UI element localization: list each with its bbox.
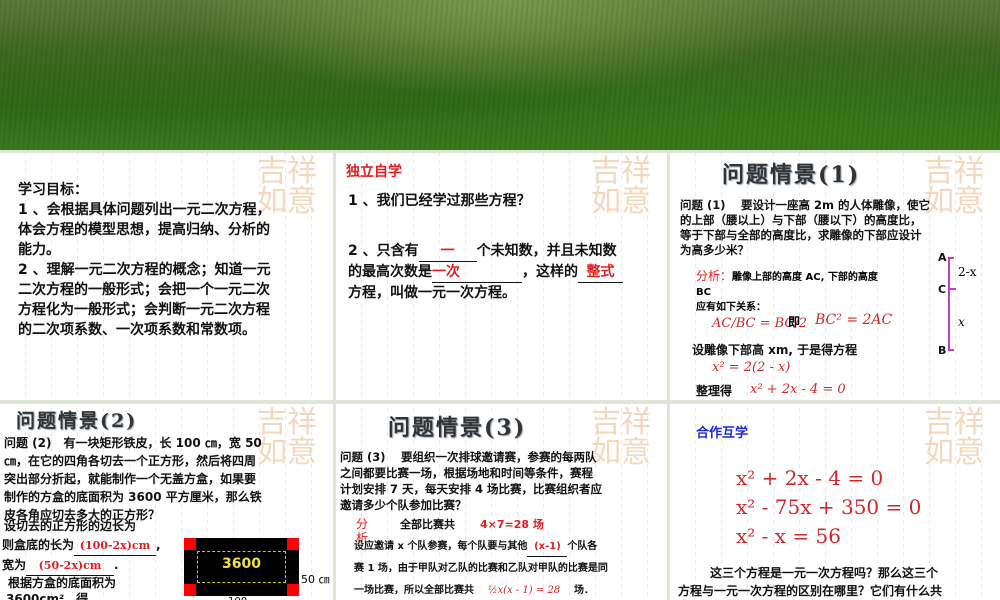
length-line: 则盒底的长为 (100-2x)cm, — [2, 536, 161, 556]
seal-decoration: 吉祥 如意 — [591, 154, 651, 219]
text: ，这样的 — [522, 264, 578, 280]
slide-thumbnail-6[interactable]: 吉祥 如意 合作互学 x² + 2x - 4 = 0 x² - 75x + 350… — [670, 404, 1000, 600]
slide-title: 问题情景(1) — [722, 162, 861, 188]
text: 全部比赛共 — [400, 518, 455, 531]
point-label: C — [938, 283, 947, 296]
segment-label: 2-x — [958, 265, 977, 279]
box-area-label: 3600 — [222, 556, 261, 572]
text-line: 的上部（腰以上）与下部（腰以下）的高度比， — [680, 213, 922, 227]
analysis: 分析：雕像上部的高度 AC, 下部的高度 BC 应有如下关系： — [696, 269, 878, 315]
text-line: 问题 (1) 要设计一座高 2m 的人体雕像，使它 — [680, 198, 931, 212]
equation: x² - 75x + 350 = 0 — [736, 495, 922, 519]
question-text: 方程与一元一次方程的区别在哪里？它们有什么共 — [678, 584, 943, 598]
seal-decoration: 吉祥 如意 — [924, 154, 984, 219]
text-line: 能力。 — [18, 242, 60, 258]
text-line: 问题 (3) 要组织一次排球邀请赛，参赛的每两队 — [340, 450, 597, 464]
slide-thumbnail-3[interactable]: 吉祥 如意 问题情景(1) 问题 (1) 要设计一座高 2m 的人体雕像，使它 的… — [670, 153, 1000, 400]
slide-thumbnail-1[interactable]: 吉祥 如意 学习目标： 1 、会根据具体问题列出一元二次方程， 体会方程的模型思想… — [0, 153, 333, 400]
point-label: A — [938, 251, 947, 264]
seal-decoration: 吉祥 如意 — [924, 405, 984, 470]
text-line: ㎝，在它的四角各切去一个正方形，然后将四周 — [4, 454, 257, 468]
text-line: 为高多少米？ — [680, 243, 749, 257]
text: 的最高次数是 — [348, 264, 432, 280]
text: 赛 1 场，由于甲队对乙队的比赛和乙队对甲队的比赛是同 — [354, 563, 608, 574]
text-line: 计划安排 7 天，每天安排 4 场比赛，比赛组织者应 — [340, 482, 603, 496]
text: 2 、只含有 — [348, 243, 419, 259]
text-line: 突出部分折起，就能制作一个无盖方盒，如果要 — [4, 472, 257, 486]
question-text: 这三个方程是一元一次方程吗？那么这三个 — [710, 566, 939, 580]
blank-answer: (x-1) — [527, 537, 568, 557]
text: 整理得 — [696, 384, 733, 398]
text: 雕像上部的高度 AC, 下部的高度 — [732, 272, 878, 283]
point-label: B — [938, 344, 947, 357]
text: 则盒底的长为 — [2, 538, 75, 552]
line: 一场比赛，所以全部比赛共 ½x(x - 1) = 28 场． — [354, 581, 594, 600]
text: 应有如下关系： — [696, 302, 766, 313]
total-matches: 4×7=28 场 — [480, 518, 544, 531]
blank-answer: 整式 — [578, 262, 623, 283]
text: 设切去的正方形的边长为 — [4, 519, 137, 533]
slide-heading: 学习目标： — [18, 182, 88, 198]
slide-heading: 独立自学 — [346, 164, 402, 180]
text-line: 方程化为一般形式；会判断一元二次方程 — [18, 302, 270, 318]
blank-answer: 一次 — [432, 262, 522, 283]
equation: x² = 2(2 - x) — [712, 360, 791, 375]
equation: x² + 2x - 4 = 0 — [736, 466, 884, 490]
text-line: 问题 (2) 有一块矩形铁皮，长 100 ㎝，宽 50 — [4, 436, 262, 450]
height-bracket — [948, 257, 954, 351]
seal-decoration: 吉祥 如意 — [257, 405, 317, 470]
text-line: 制作的方盒的底面积为 3600 平方厘米，那么铁 — [4, 490, 262, 504]
problem-text: 问题 (2) 有一块矩形铁皮，长 100 ㎝，宽 50 ㎝，在它的四角各切去一个… — [4, 434, 262, 524]
text: 个队各 — [567, 541, 598, 552]
text-line: 二次方程的一般形式；会把一个一元二次 — [18, 282, 270, 298]
text: 场． — [574, 585, 594, 596]
text: 设雕像下部高 xm, 于是得方程 — [692, 343, 858, 357]
slide-thumbnail-2[interactable]: 吉祥 如意 独立自学 1 、我们已经学过那些方程？ 2 、只含有一个未知数，并且未… — [336, 153, 667, 400]
text-line: 1 、会根据具体问题列出一元二次方程， — [18, 202, 271, 218]
question-2: 2 、只含有一个未知数，并且未知数 的最高次数是一次 ，这样的 整式 方程，叫做一元… — [348, 241, 667, 303]
question-1: 1 、我们已经学过那些方程？ — [348, 193, 531, 209]
learning-goals: 学习目标： 1 、会根据具体问题列出一元二次方程， 体会方程的模型思想，提高归纳… — [18, 180, 271, 340]
text: BC — [696, 287, 711, 298]
blank-answer: 一 — [418, 241, 477, 262]
text: 个未知数，并且未知数 — [476, 243, 617, 259]
text: 宽为 — [2, 558, 27, 572]
slide-title: 问题情景(3) — [388, 415, 527, 441]
side-length-label: 50 ㎝ — [301, 573, 330, 586]
bracket-tick — [950, 288, 956, 290]
metal-sheet-diagram: 3600 — [184, 538, 299, 596]
width-line: 宽为 (50-2x)cm. — [2, 556, 119, 576]
blank-answer: (100-2x)cm — [74, 536, 157, 556]
text-line: 邀请多少个队参加比赛？ — [340, 498, 467, 512]
bottom-length-label: 100 — [228, 596, 247, 600]
equation: x² + 2x - 4 = 0 — [750, 382, 846, 397]
grass-header-image — [0, 0, 1000, 150]
text: 3600cm²，得 — [6, 592, 89, 600]
equation: BC² = 2AC — [815, 312, 893, 328]
text: 一场比赛，所以全部比赛共 — [354, 585, 474, 596]
blank-answer: (50-2x)cm — [26, 556, 115, 576]
problem-text: 问题 (1) 要设计一座高 2m 的人体雕像，使它 的上部（腰以上）与下部（腰以… — [680, 198, 930, 258]
text-line: 2 、理解一元二次方程的概念；知道一元 — [18, 262, 271, 278]
slide-thumbnail-4[interactable]: 吉祥 如意 问题情景(2) 问题 (2) 有一块矩形铁皮，长 100 ㎝，宽 50… — [0, 404, 333, 600]
slide-title: 问题情景(2) — [16, 410, 138, 432]
equation: x² - x = 56 — [736, 524, 841, 548]
text: 方程，叫做一元一次方程。 — [348, 285, 516, 301]
blank-answer: ½x(x - 1) = 28 — [474, 581, 574, 600]
label: 分析： — [696, 269, 733, 283]
problem-text: 问题 (3) 要组织一次排球邀请赛，参赛的每两队 之间都要比赛一场，根据场地和时… — [340, 449, 602, 513]
text: 设应邀请 x 个队参赛，每个队要与其他 — [354, 541, 528, 552]
text-line: 之间都要比赛一场，根据场地和时间等条件，赛程 — [340, 466, 593, 480]
line: 设应邀请 x 个队参赛，每个队要与其他 (x-1) 个队各 — [354, 537, 597, 557]
text-line: 的二次项系数、一次项系数和常数项。 — [18, 322, 256, 338]
text: 即 — [788, 315, 801, 329]
slide-thumbnail-5[interactable]: 吉祥 如意 问题情景(3) 问题 (3) 要组织一次排球邀请赛，参赛的每两队 之间… — [336, 404, 667, 600]
text-line: 等于下部与全部的高度比，求雕像的下部应设计 — [680, 228, 922, 242]
segment-label: x — [958, 315, 965, 329]
text-line: 体会方程的模型思想，提高归纳、分析的 — [18, 222, 270, 238]
slide-heading: 合作互学 — [696, 426, 749, 441]
equation-list: x² + 2x - 4 = 0 x² - 75x + 350 = 0 x² - … — [736, 464, 921, 551]
